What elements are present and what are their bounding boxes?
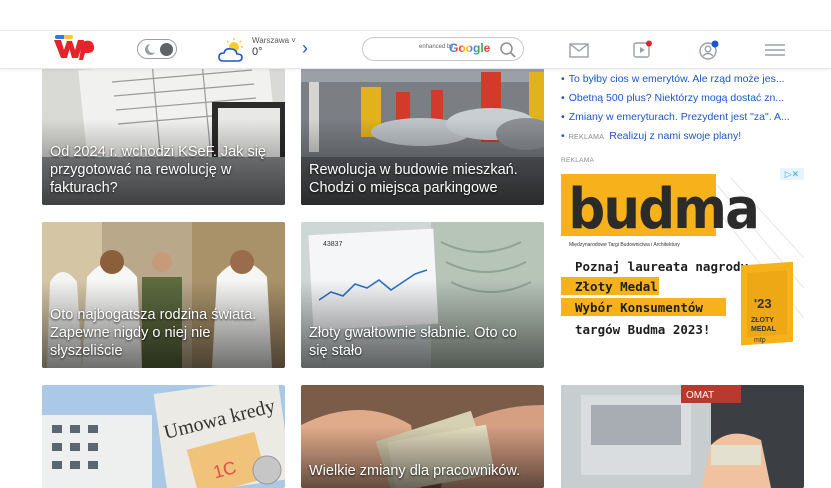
video-icon[interactable]: [632, 40, 654, 60]
news-tile-ksef[interactable]: Od 2024 r. wchodzi KSeF. Jak się przygot…: [42, 62, 285, 205]
google-logo: Google: [449, 41, 491, 55]
dark-mode-toggle[interactable]: [137, 39, 177, 59]
user-account-icon[interactable]: [698, 40, 720, 60]
news-list: • To byłby cios w emerytów. Ale rząd może…: [561, 70, 811, 147]
ad-line-1: Poznaj laureata nagrody: [575, 259, 749, 274]
ad-line-4: targów Budma 2023!: [575, 322, 710, 337]
sponsored-link[interactable]: • REKLAMA Realizuj z nami swoje plany!: [561, 127, 811, 147]
wp-logo[interactable]: [52, 34, 96, 62]
news-list-item[interactable]: • Zmiany w emeryturach. Prezydent jest "z…: [561, 108, 811, 127]
news-tile-mortgage[interactable]: Umowa kredy 1C: [42, 385, 285, 488]
tile-caption[interactable]: Oto najbogatsza rodzina świata. Zapewne …: [50, 306, 277, 360]
news-list-item[interactable]: • To byłby cios w emerytów. Ale rząd może…: [561, 70, 811, 89]
atm-sign-text: OMAT: [686, 390, 714, 401]
chart-value-label: 43837: [323, 241, 343, 248]
mail-icon[interactable]: [568, 40, 590, 60]
news-tile-workers[interactable]: Wielkie zmiany dla pracowników.: [301, 385, 544, 488]
ad-label: REKLAMA: [561, 157, 595, 164]
tile-image-atm: OMAT: [561, 385, 804, 488]
ad-close-icon[interactable]: ▷✕: [780, 168, 804, 180]
ad-subtitle: Międzynarodowe Targi Budownictwa i Archi…: [569, 242, 680, 248]
site-header: Warszawa ˅ 0° › enhanced by Google: [0, 31, 831, 69]
svg-text:'23: '23: [754, 296, 772, 311]
budma-ad-graphic: budma Międzynarodowe Targi Budownictwa i…: [561, 168, 804, 369]
news-tile-richest-family[interactable]: Oto najbogatsza rodzina świata. Zapewne …: [42, 222, 285, 368]
tile-caption[interactable]: Rewolucja w budowie mieszkań. Chodzi o m…: [309, 161, 536, 197]
weather-cloud-sun-icon[interactable]: [217, 36, 247, 66]
svg-text:MEDAL: MEDAL: [751, 326, 777, 333]
weather-city[interactable]: Warszawa ˅: [252, 36, 296, 45]
tile-caption[interactable]: Od 2024 r. wchodzi KSeF. Jak się przygot…: [50, 143, 277, 197]
weather-temperature: 0°: [252, 46, 263, 58]
ad-line-2: Złoty Medal: [575, 279, 658, 294]
search-icon[interactable]: [499, 41, 517, 59]
gold-medal-badge: '23 ZŁOTY MEDAL mtp: [741, 261, 793, 346]
hamburger-menu-icon[interactable]: [764, 40, 786, 60]
ad-brand: budma: [568, 176, 758, 242]
budma-advertisement[interactable]: budma Międzynarodowe Targi Budownictwa i…: [561, 168, 804, 369]
tile-image-mortgage-agreement: Umowa kredy 1C: [42, 385, 285, 488]
moon-icon: [145, 43, 158, 55]
toggle-knob: [160, 43, 173, 56]
news-tile-parking[interactable]: Rewolucja w budowie mieszkań. Chodzi o m…: [301, 62, 544, 205]
ad-line-3: Wybór Konsumentów: [575, 300, 703, 315]
tile-caption[interactable]: Wielkie zmiany dla pracowników.: [309, 462, 536, 480]
tile-caption[interactable]: Złoty gwałtownie słabnie. Oto co się sta…: [309, 324, 536, 360]
news-list-item[interactable]: • Obetną 500 plus? Niektórzy mogą dostać …: [561, 89, 811, 108]
news-tile-zloty[interactable]: 43837 Złoty gwałtownie słabnie. Oto co s…: [301, 222, 544, 368]
svg-text:mtp: mtp: [754, 337, 766, 344]
chevron-right-icon[interactable]: ›: [302, 38, 316, 58]
browser-top-strip: [0, 0, 831, 31]
news-tile-atm[interactable]: OMAT: [561, 385, 804, 488]
search-box[interactable]: enhanced by Google: [362, 37, 524, 61]
svg-text:ZŁOTY: ZŁOTY: [751, 317, 774, 324]
